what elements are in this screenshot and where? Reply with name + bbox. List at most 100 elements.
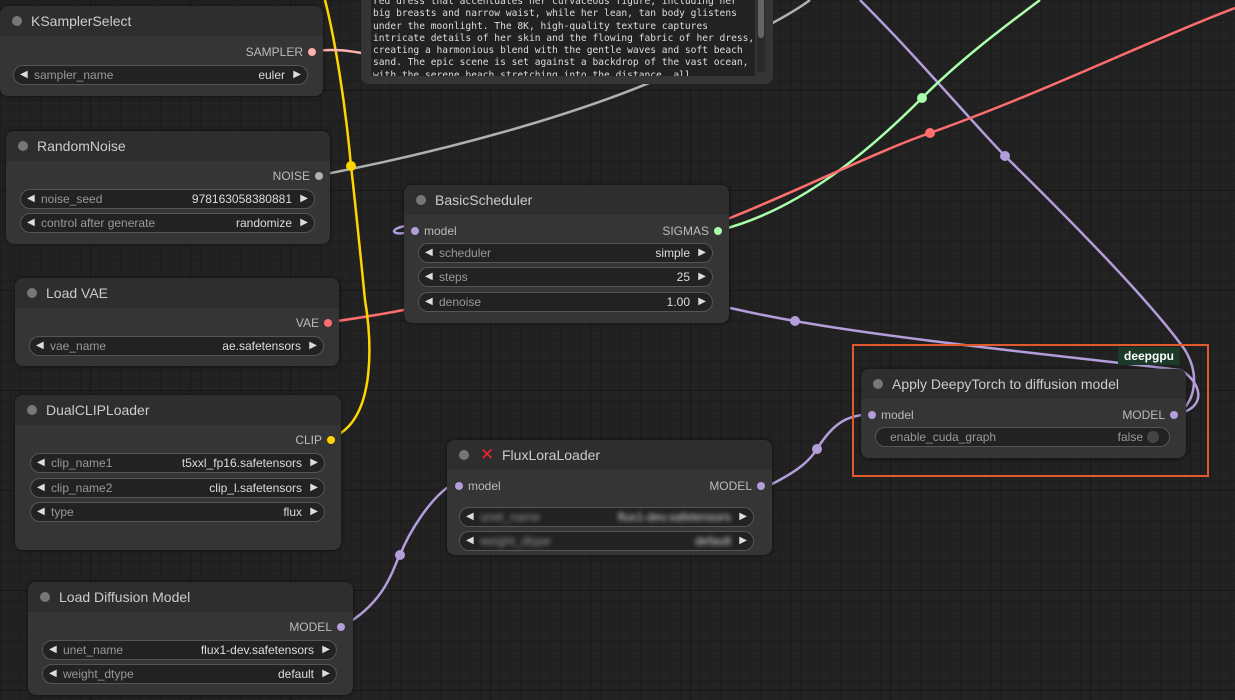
increment-arrow-icon[interactable]: ▶ — [698, 268, 706, 286]
collapse-dot[interactable] — [18, 141, 28, 151]
toggle-switch[interactable] — [1147, 431, 1159, 443]
decrement-arrow-icon[interactable]: ◀ — [20, 66, 28, 84]
output-pin[interactable] — [308, 48, 316, 56]
decrement-arrow-icon[interactable]: ◀ — [425, 268, 433, 286]
node-title[interactable]: Load Diffusion Model — [28, 582, 353, 612]
reroute-dot[interactable] — [925, 128, 935, 138]
collapse-dot[interactable] — [459, 450, 469, 460]
widget-steps[interactable]: ◀ steps 25 ▶ — [418, 267, 713, 287]
reroute-dot[interactable] — [346, 161, 356, 171]
collapse-dot[interactable] — [27, 405, 37, 415]
node-random-noise[interactable]: RandomNoise NOISE ◀ noise_seed 97816305838… — [6, 131, 330, 244]
increment-arrow-icon[interactable]: ▶ — [739, 508, 747, 526]
widget-lora-name[interactable]: ◀ unet_name flux1-dev.safetensors ▶ — [459, 507, 754, 527]
increment-arrow-icon[interactable]: ▶ — [300, 190, 308, 208]
output-sigmas[interactable]: SIGMAS — [662, 224, 722, 238]
output-pin[interactable] — [714, 227, 722, 235]
node-load-diffusion-model[interactable]: Load Diffusion Model MODEL ◀ unet_name flu… — [28, 582, 353, 695]
decrement-arrow-icon[interactable]: ◀ — [37, 503, 45, 521]
node-apply-deepytorch[interactable]: Apply DeepyTorch to diffusion model mode… — [861, 369, 1186, 458]
decrement-arrow-icon[interactable]: ◀ — [27, 190, 35, 208]
node-title[interactable]: BasicScheduler — [404, 185, 729, 215]
widget-weight-dtype[interactable]: ◀ weight_dtype default ▶ — [42, 664, 337, 684]
node-title[interactable]: RandomNoise — [6, 131, 330, 161]
decrement-arrow-icon[interactable]: ◀ — [37, 454, 45, 472]
collapse-dot[interactable] — [40, 592, 50, 602]
node-title[interactable]: Load VAE — [15, 278, 339, 308]
output-pin[interactable] — [327, 436, 335, 444]
input-model[interactable]: model — [455, 479, 501, 493]
widget-vae-name[interactable]: ◀ vae_name ae.safetensors ▶ — [29, 336, 324, 356]
node-title[interactable]: DualCLIPLoader — [15, 395, 341, 425]
widget-sampler-name[interactable]: ◀ sampler_name euler ▶ — [13, 65, 308, 85]
reroute-dot[interactable] — [1000, 151, 1010, 161]
node-title[interactable]: KSamplerSelect — [0, 6, 323, 36]
widget-lora-dtype[interactable]: ◀ weight_dtype default ▶ — [459, 531, 754, 551]
node-title[interactable]: Apply DeepyTorch to diffusion model — [861, 369, 1186, 399]
input-pin[interactable] — [868, 411, 876, 419]
increment-arrow-icon[interactable]: ▶ — [310, 503, 318, 521]
output-model[interactable]: MODEL — [1122, 408, 1178, 422]
widget-enable-cuda-graph[interactable]: enable_cuda_graph false — [875, 427, 1170, 447]
increment-arrow-icon[interactable]: ▶ — [310, 454, 318, 472]
reroute-dot[interactable] — [790, 316, 800, 326]
collapse-dot[interactable] — [416, 195, 426, 205]
decrement-arrow-icon[interactable]: ◀ — [466, 532, 474, 550]
increment-arrow-icon[interactable]: ▶ — [322, 641, 330, 659]
decrement-arrow-icon[interactable]: ◀ — [27, 214, 35, 232]
input-model[interactable]: model — [411, 224, 457, 238]
reroute-dot[interactable] — [812, 444, 822, 454]
widget-scheduler[interactable]: ◀ scheduler simple ▶ — [418, 243, 713, 263]
widget-clip-name2[interactable]: ◀ clip_name2 clip_l.safetensors ▶ — [30, 478, 325, 498]
input-pin[interactable] — [455, 482, 463, 490]
node-flux-lora-loader[interactable]: ✕ FluxLoraLoader model MODEL ◀ unet_name fl… — [447, 440, 772, 555]
increment-arrow-icon[interactable]: ▶ — [698, 293, 706, 311]
increment-arrow-icon[interactable]: ▶ — [300, 214, 308, 232]
output-clip[interactable]: CLIP — [295, 433, 335, 447]
increment-arrow-icon[interactable]: ▶ — [698, 244, 706, 262]
input-pin[interactable] — [411, 227, 419, 235]
node-basic-scheduler[interactable]: BasicScheduler model SIGMAS ◀ scheduler si… — [404, 185, 729, 323]
decrement-arrow-icon[interactable]: ◀ — [37, 479, 45, 497]
output-vae[interactable]: VAE — [296, 316, 332, 330]
output-pin[interactable] — [1170, 411, 1178, 419]
reroute-dot[interactable] — [395, 550, 405, 560]
increment-arrow-icon[interactable]: ▶ — [309, 337, 317, 355]
decrement-arrow-icon[interactable]: ◀ — [49, 665, 57, 683]
output-noise[interactable]: NOISE — [273, 169, 323, 183]
collapse-dot[interactable] — [873, 379, 883, 389]
widget-noise-seed[interactable]: ◀ noise_seed 978163058380881 ▶ — [20, 189, 315, 209]
widget-value: randomize — [235, 216, 292, 230]
node-dual-clip-loader[interactable]: DualCLIPLoader CLIP ◀ clip_name1 t5xxl_fp1… — [15, 395, 341, 550]
node-ksampler-select[interactable]: KSamplerSelect SAMPLER ◀ sampler_name eule… — [0, 6, 323, 96]
output-model[interactable]: MODEL — [289, 620, 345, 634]
increment-arrow-icon[interactable]: ▶ — [739, 532, 747, 550]
node-load-vae[interactable]: Load VAE VAE ◀ vae_name ae.safetensors ▶ — [15, 278, 339, 366]
widget-control-after-generate[interactable]: ◀ control after generate randomize ▶ — [20, 213, 315, 233]
prompt-textarea[interactable]: red dress that accentuates her curvaceou… — [371, 0, 755, 76]
decrement-arrow-icon[interactable]: ◀ — [36, 337, 44, 355]
widget-denoise[interactable]: ◀ denoise 1.00 ▶ — [418, 292, 713, 312]
decrement-arrow-icon[interactable]: ◀ — [425, 244, 433, 262]
decrement-arrow-icon[interactable]: ◀ — [466, 508, 474, 526]
collapse-dot[interactable] — [12, 16, 22, 26]
widget-clip-name1[interactable]: ◀ clip_name1 t5xxl_fp16.safetensors ▶ — [30, 453, 325, 473]
decrement-arrow-icon[interactable]: ◀ — [49, 641, 57, 659]
output-pin[interactable] — [315, 172, 323, 180]
prompt-scrollbar[interactable] — [757, 0, 765, 72]
increment-arrow-icon[interactable]: ▶ — [322, 665, 330, 683]
output-sampler[interactable]: SAMPLER — [246, 45, 316, 59]
output-pin[interactable] — [337, 623, 345, 631]
reroute-dot[interactable] — [917, 93, 927, 103]
input-model[interactable]: model — [868, 408, 914, 422]
node-title[interactable]: ✕ FluxLoraLoader — [447, 440, 772, 470]
widget-type[interactable]: ◀ type flux ▶ — [30, 502, 325, 522]
output-pin[interactable] — [324, 319, 332, 327]
output-pin[interactable] — [757, 482, 765, 490]
output-model[interactable]: MODEL — [709, 479, 765, 493]
widget-unet-name[interactable]: ◀ unet_name flux1-dev.safetensors ▶ — [42, 640, 337, 660]
decrement-arrow-icon[interactable]: ◀ — [425, 293, 433, 311]
collapse-dot[interactable] — [27, 288, 37, 298]
increment-arrow-icon[interactable]: ▶ — [310, 479, 318, 497]
increment-arrow-icon[interactable]: ▶ — [293, 66, 301, 84]
